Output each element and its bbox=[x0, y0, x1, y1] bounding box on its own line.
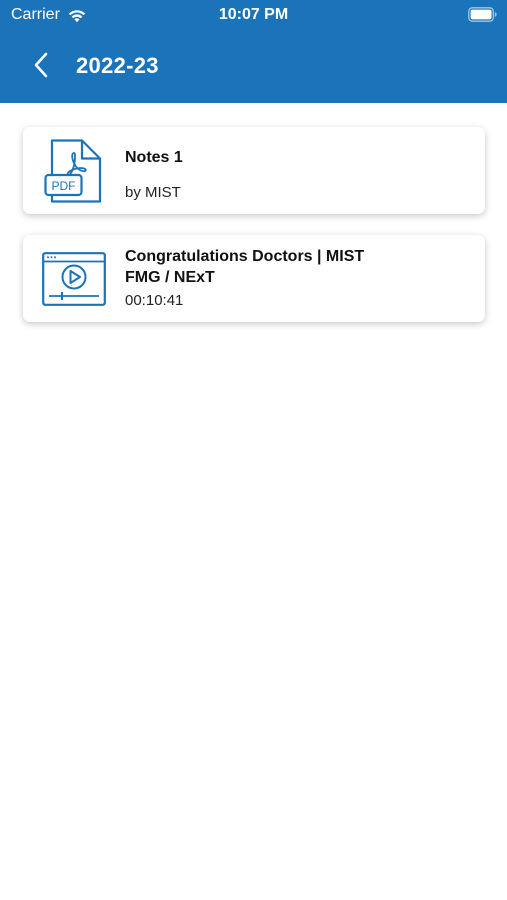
pdf-icon-label: PDF bbox=[52, 179, 76, 193]
pdf-file-icon: PDF bbox=[44, 139, 102, 203]
item-subtitle: by MIST bbox=[125, 184, 181, 201]
nav-bar: 2022-23 bbox=[0, 40, 507, 95]
content-list: PDF Notes 1 by MIST Congratulations Doct… bbox=[23, 127, 485, 322]
header: Carrier 10:07 PM 2022-23 bbox=[0, 0, 507, 103]
item-subtitle: 00:10:41 bbox=[125, 292, 184, 309]
list-item-video[interactable]: Congratulations Doctors | MIST FMG / NEx… bbox=[23, 235, 485, 322]
chevron-left-icon bbox=[33, 52, 49, 83]
item-title: Congratulations Doctors | MIST FMG / NEx… bbox=[125, 248, 365, 286]
list-item-notes[interactable]: PDF Notes 1 by MIST bbox=[23, 127, 485, 214]
item-title: Notes 1 bbox=[125, 149, 183, 166]
battery-icon bbox=[468, 7, 497, 22]
page-title: 2022-23 bbox=[76, 53, 159, 78]
video-player-icon bbox=[42, 252, 106, 306]
back-button[interactable] bbox=[26, 52, 56, 82]
status-time: 10:07 PM bbox=[218, 6, 289, 23]
status-bar: Carrier 10:07 PM bbox=[0, 0, 507, 30]
